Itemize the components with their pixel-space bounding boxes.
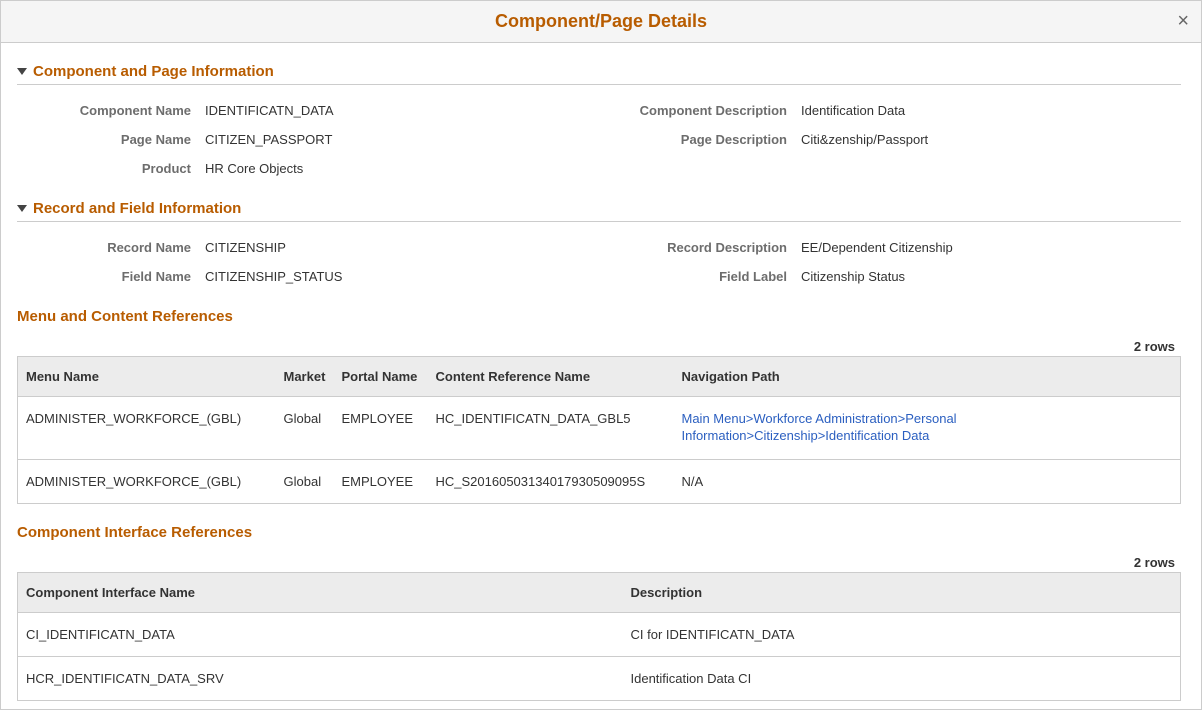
close-button[interactable]: ×	[1177, 11, 1189, 31]
collapse-toggle-record-field[interactable]: Record and Field Information	[17, 200, 1181, 222]
col-ci-name[interactable]: Component Interface Name	[18, 572, 623, 612]
label-record-desc: Record Description	[593, 240, 793, 255]
label-field-name: Field Name	[17, 269, 197, 284]
value-product: HR Core Objects	[205, 161, 585, 176]
table-row: CI_IDENTIFICATN_DATA CI for IDENTIFICATN…	[18, 612, 1181, 656]
value-page-desc: Citi&zenship/Passport	[801, 132, 1181, 147]
cell-ci-desc: Identification Data CI	[623, 656, 1181, 700]
cell-ci-desc: CI for IDENTIFICATN_DATA	[623, 612, 1181, 656]
section-record-field-info: Record and Field Information Record Name…	[17, 200, 1181, 288]
table-row: ADMINISTER_WORKFORCE_(GBL) Global EMPLOY…	[18, 459, 1181, 503]
label-product: Product	[17, 161, 197, 176]
col-menu-name[interactable]: Menu Name	[18, 357, 276, 397]
chevron-down-icon	[17, 68, 27, 75]
rows-count: 2 rows	[17, 555, 1181, 570]
col-market[interactable]: Market	[276, 357, 334, 397]
table-row: ADMINISTER_WORKFORCE_(GBL) Global EMPLOY…	[18, 397, 1181, 460]
modal-title: Component/Page Details	[495, 11, 707, 32]
col-portal-name[interactable]: Portal Name	[334, 357, 428, 397]
cell-cref: HC_IDENTIFICATN_DATA_GBL5	[428, 397, 674, 460]
label-component-name: Component Name	[17, 103, 197, 118]
cell-menu-name: ADMINISTER_WORKFORCE_(GBL)	[18, 397, 276, 460]
cell-portal-name: EMPLOYEE	[334, 459, 428, 503]
cell-ci-name: CI_IDENTIFICATN_DATA	[18, 612, 623, 656]
section-ci-refs: Component Interface References 2 rows Co…	[17, 524, 1181, 701]
value-component-desc: Identification Data	[801, 103, 1181, 118]
modal-body[interactable]: Component and Page Information Component…	[1, 43, 1201, 710]
value-record-name: CITIZENSHIP	[205, 240, 585, 255]
col-ci-desc[interactable]: Description	[623, 572, 1181, 612]
cell-portal-name: EMPLOYEE	[334, 397, 428, 460]
modal-dialog: Component/Page Details × Component and P…	[0, 0, 1202, 710]
modal-header: Component/Page Details ×	[1, 1, 1201, 43]
label-field-label: Field Label	[593, 269, 793, 284]
chevron-down-icon	[17, 205, 27, 212]
label-record-name: Record Name	[17, 240, 197, 255]
kv-grid: Component Name IDENTIFICATN_DATA Compone…	[17, 95, 1181, 180]
table-header-row: Menu Name Market Portal Name Content Ref…	[18, 357, 1181, 397]
value-record-desc: EE/Dependent Citizenship	[801, 240, 1181, 255]
label-page-name: Page Name	[17, 132, 197, 147]
label-component-desc: Component Description	[593, 103, 793, 118]
ci-refs-table: Component Interface Name Description CI_…	[17, 572, 1181, 701]
cell-nav: N/A	[674, 459, 1181, 503]
cell-market: Global	[276, 397, 334, 460]
cell-market: Global	[276, 459, 334, 503]
cell-menu-name: ADMINISTER_WORKFORCE_(GBL)	[18, 459, 276, 503]
value-field-name: CITIZENSHIP_STATUS	[205, 269, 585, 284]
cell-cref: HC_S20160503134017930509095S	[428, 459, 674, 503]
rows-count: 2 rows	[17, 339, 1181, 354]
value-page-name: CITIZEN_PASSPORT	[205, 132, 585, 147]
col-nav[interactable]: Navigation Path	[674, 357, 1181, 397]
table-row: HCR_IDENTIFICATN_DATA_SRV Identification…	[18, 656, 1181, 700]
value-field-label: Citizenship Status	[801, 269, 1181, 284]
collapse-toggle-component-page[interactable]: Component and Page Information	[17, 63, 1181, 85]
col-cref[interactable]: Content Reference Name	[428, 357, 674, 397]
section-title: Record and Field Information	[33, 200, 241, 217]
section-title: Component Interface References	[17, 524, 1181, 541]
navigation-link[interactable]: Main Menu>Workforce Administration>Perso…	[682, 411, 1173, 445]
menu-refs-table: Menu Name Market Portal Name Content Ref…	[17, 356, 1181, 504]
cell-nav: Main Menu>Workforce Administration>Perso…	[674, 397, 1181, 460]
cell-ci-name: HCR_IDENTIFICATN_DATA_SRV	[18, 656, 623, 700]
section-title: Component and Page Information	[33, 63, 274, 80]
table-header-row: Component Interface Name Description	[18, 572, 1181, 612]
label-page-desc: Page Description	[593, 132, 793, 147]
value-component-name: IDENTIFICATN_DATA	[205, 103, 585, 118]
section-menu-refs: Menu and Content References 2 rows Menu …	[17, 308, 1181, 504]
kv-grid: Record Name CITIZENSHIP Record Descripti…	[17, 232, 1181, 288]
close-icon: ×	[1177, 10, 1189, 32]
section-component-page-info: Component and Page Information Component…	[17, 63, 1181, 180]
section-title: Menu and Content References	[17, 308, 1181, 325]
